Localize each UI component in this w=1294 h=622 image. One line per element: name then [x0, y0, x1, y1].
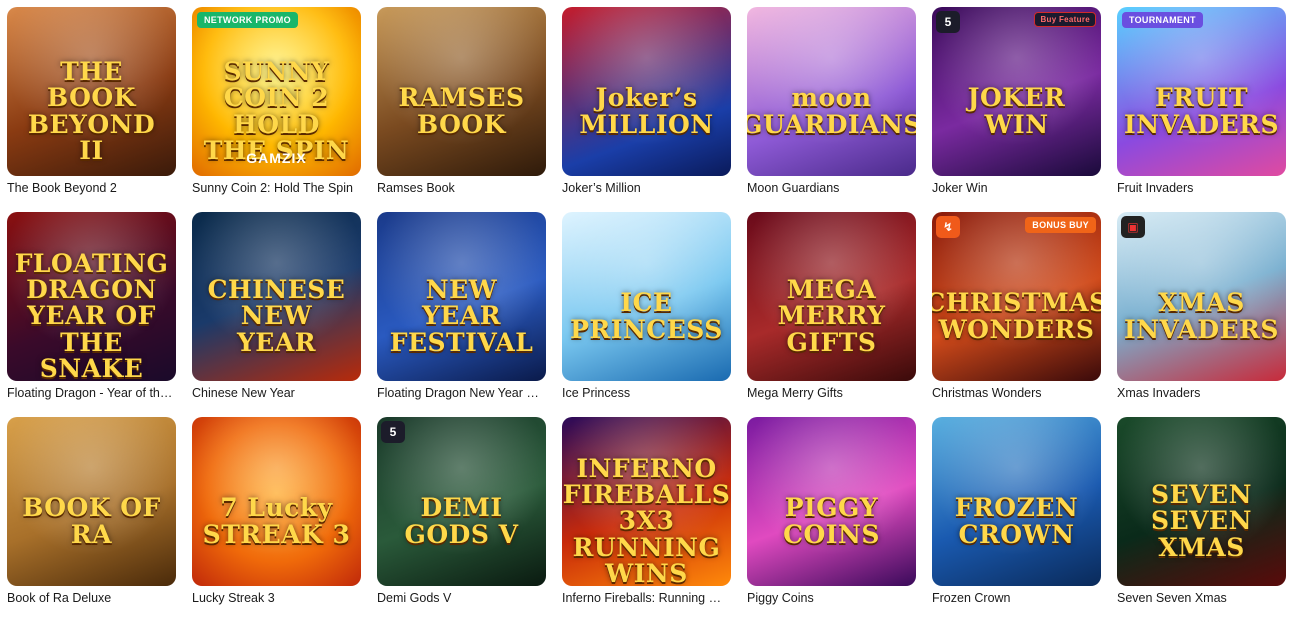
- game-card-christmas-wonders[interactable]: CHRISTMAS WONDERS BONUS BUY ↯ Christmas Won…: [932, 212, 1101, 417]
- game-logo-art: RAMSES BOOK: [398, 83, 525, 139]
- network-promo-badge: NETWORK PROMO: [197, 12, 298, 28]
- provider-icon: ▣: [1121, 216, 1145, 238]
- game-thumbnail[interactable]: ICE PRINCESS: [562, 212, 731, 381]
- tournament-badge: TOURNAMENT: [1122, 12, 1203, 28]
- game-card-ice-princess[interactable]: ICE PRINCESS Ice Princess: [562, 212, 731, 417]
- game-card-joker-s-million[interactable]: Joker’s MILLION Joker’s Million: [562, 7, 731, 212]
- game-logo-art: MEGA MERRY GIFTS: [777, 275, 886, 357]
- game-title[interactable]: The Book Beyond 2: [7, 181, 176, 196]
- game-thumbnail[interactable]: MEGA MERRY GIFTS: [747, 212, 916, 381]
- game-thumbnail[interactable]: FLOATING DRAGON YEAR OF THE SNAKE: [7, 212, 176, 381]
- game-logo-art: DEMI GODS V: [404, 493, 519, 549]
- game-card-floating-dragon-new-year-festival-ultra-megaways-hold-spin[interactable]: NEW YEAR FESTIVAL Floating Dragon New Yea…: [377, 212, 546, 417]
- provider-logo-text: GAMZIX: [246, 150, 307, 166]
- bonus-buy-badge: BONUS BUY: [1025, 217, 1096, 233]
- game-thumbnail[interactable]: PIGGY COINS: [747, 417, 916, 586]
- game-title[interactable]: Xmas Invaders: [1117, 386, 1286, 401]
- game-thumbnail[interactable]: BOOK OF RA: [7, 417, 176, 586]
- game-card-piggy-coins[interactable]: PIGGY COINS Piggy Coins: [747, 417, 916, 622]
- game-title[interactable]: Lucky Streak 3: [192, 591, 361, 606]
- game-grid: THE BOOK BEYOND II The Book Beyond 2 SUNNY…: [7, 7, 1287, 622]
- game-title[interactable]: Book of Ra Deluxe: [7, 591, 176, 606]
- game-logo-art: INFERNO FIREBALLS 3X3 RUNNING WINS: [562, 453, 731, 586]
- game-card-moon-guardians[interactable]: moon GUARDIANS Moon Guardians: [747, 7, 916, 212]
- game-logo-art: JOKER WIN: [967, 83, 1066, 139]
- game-title[interactable]: Christmas Wonders: [932, 386, 1101, 401]
- game-thumbnail[interactable]: Joker’s MILLION: [562, 7, 731, 176]
- game-card-fruit-invaders[interactable]: FRUIT INVADERS TOURNAMENT Fruit Invaders: [1117, 7, 1286, 212]
- game-logo-art: PIGGY COINS: [783, 493, 880, 549]
- game-thumbnail[interactable]: SEVEN SEVEN XMAS: [1117, 417, 1286, 586]
- game-logo-art: CHRISTMAS WONDERS: [932, 288, 1101, 344]
- game-card-mega-merry-gifts[interactable]: MEGA MERRY GIFTS Mega Merry Gifts: [747, 212, 916, 417]
- game-thumbnail[interactable]: NEW YEAR FESTIVAL: [377, 212, 546, 381]
- game-title[interactable]: Chinese New Year: [192, 386, 361, 401]
- game-title[interactable]: Seven Seven Xmas: [1117, 591, 1286, 606]
- provider-icon: 5: [381, 421, 405, 443]
- game-logo-art: NEW YEAR FESTIVAL: [389, 275, 534, 357]
- game-card-chinese-new-year[interactable]: CHINESE NEW YEAR Chinese New Year: [192, 212, 361, 417]
- game-logo-art: ICE PRINCESS: [570, 288, 723, 344]
- game-card-book-of-ra-deluxe[interactable]: BOOK OF RA Book of Ra Deluxe: [7, 417, 176, 622]
- game-thumbnail[interactable]: JOKER WIN Buy Feature 5: [932, 7, 1101, 176]
- game-thumbnail[interactable]: FRUIT INVADERS TOURNAMENT: [1117, 7, 1286, 176]
- game-card-ramses-book[interactable]: RAMSES BOOK Ramses Book: [377, 7, 546, 212]
- game-thumbnail[interactable]: RAMSES BOOK: [377, 7, 546, 176]
- game-logo-art: FRUIT INVADERS: [1124, 83, 1279, 139]
- game-thumbnail[interactable]: moon GUARDIANS: [747, 7, 916, 176]
- game-logo-art: CHINESE NEW YEAR: [207, 275, 346, 357]
- game-title[interactable]: Moon Guardians: [747, 181, 916, 196]
- game-title[interactable]: Mega Merry Gifts: [747, 386, 916, 401]
- game-title[interactable]: Ramses Book: [377, 181, 546, 196]
- game-logo-art: THE BOOK BEYOND II: [27, 57, 156, 165]
- game-logo-art: SEVEN SEVEN XMAS: [1151, 480, 1252, 562]
- game-title[interactable]: Piggy Coins: [747, 591, 916, 606]
- game-logo-art: BOOK OF RA: [22, 493, 161, 549]
- game-thumbnail[interactable]: INFERNO FIREBALLS 3X3 RUNNING WINS: [562, 417, 731, 586]
- provider-icon: ↯: [936, 216, 960, 238]
- game-title[interactable]: Floating Dragon - Year of the Snake: [7, 386, 176, 401]
- game-title[interactable]: Fruit Invaders: [1117, 181, 1286, 196]
- game-logo-art: 7 Lucky STREAK 3: [202, 493, 351, 549]
- game-card-frozen-crown[interactable]: FROZEN CROWN Frozen Crown: [932, 417, 1101, 622]
- game-thumbnail[interactable]: 7 Lucky STREAK 3: [192, 417, 361, 586]
- game-thumbnail[interactable]: CHRISTMAS WONDERS BONUS BUY ↯: [932, 212, 1101, 381]
- game-card-floating-dragon-year-of-the-snake[interactable]: FLOATING DRAGON YEAR OF THE SNAKE Floatin…: [7, 212, 176, 417]
- game-thumbnail[interactable]: SUNNY COIN 2 HOLD THE SPIN NETWORK PROMO G…: [192, 7, 361, 176]
- game-card-demi-gods-v[interactable]: DEMI GODS V 5 Demi Gods V: [377, 417, 546, 622]
- game-thumbnail[interactable]: FROZEN CROWN: [932, 417, 1101, 586]
- game-title[interactable]: Inferno Fireballs: Running Wins: [562, 591, 731, 606]
- game-title[interactable]: Joker’s Million: [562, 181, 731, 196]
- game-thumbnail[interactable]: THE BOOK BEYOND II: [7, 7, 176, 176]
- game-logo-art: Joker’s MILLION: [579, 83, 714, 139]
- game-card-sunny-coin-2-hold-the-spin[interactable]: SUNNY COIN 2 HOLD THE SPIN NETWORK PROMO G…: [192, 7, 361, 212]
- game-title[interactable]: Frozen Crown: [932, 591, 1101, 606]
- game-logo-art: FROZEN CROWN: [954, 493, 1079, 549]
- game-logo-art: XMAS INVADERS: [1124, 288, 1279, 344]
- game-card-joker-win[interactable]: JOKER WIN Buy Feature 5 Joker Win: [932, 7, 1101, 212]
- game-card-xmas-invaders[interactable]: XMAS INVADERS ▣ Xmas Invaders: [1117, 212, 1286, 417]
- game-card-inferno-fireballs-running-wins[interactable]: INFERNO FIREBALLS 3X3 RUNNING WINS Infern…: [562, 417, 731, 622]
- game-title[interactable]: Floating Dragon New Year Festival Ultra …: [377, 386, 546, 401]
- game-card-lucky-streak-3[interactable]: 7 Lucky STREAK 3 Lucky Streak 3: [192, 417, 361, 622]
- game-card-seven-seven-xmas[interactable]: SEVEN SEVEN XMAS Seven Seven Xmas: [1117, 417, 1286, 622]
- game-thumbnail[interactable]: DEMI GODS V 5: [377, 417, 546, 586]
- game-title[interactable]: Demi Gods V: [377, 591, 546, 606]
- game-thumbnail[interactable]: CHINESE NEW YEAR: [192, 212, 361, 381]
- game-thumbnail[interactable]: XMAS INVADERS ▣: [1117, 212, 1286, 381]
- game-logo-art: SUNNY COIN 2 HOLD THE SPIN: [203, 57, 350, 165]
- game-title[interactable]: Sunny Coin 2: Hold The Spin: [192, 181, 361, 196]
- buy-feature-badge: Buy Feature: [1034, 12, 1096, 27]
- provider-icon: 5: [936, 11, 960, 33]
- game-title[interactable]: Ice Princess: [562, 386, 731, 401]
- game-card-the-book-beyond-2[interactable]: THE BOOK BEYOND II The Book Beyond 2: [7, 7, 176, 212]
- game-title[interactable]: Joker Win: [932, 181, 1101, 196]
- game-logo-art: FLOATING DRAGON YEAR OF THE SNAKE: [14, 248, 169, 381]
- game-logo-art: moon GUARDIANS: [747, 83, 916, 139]
